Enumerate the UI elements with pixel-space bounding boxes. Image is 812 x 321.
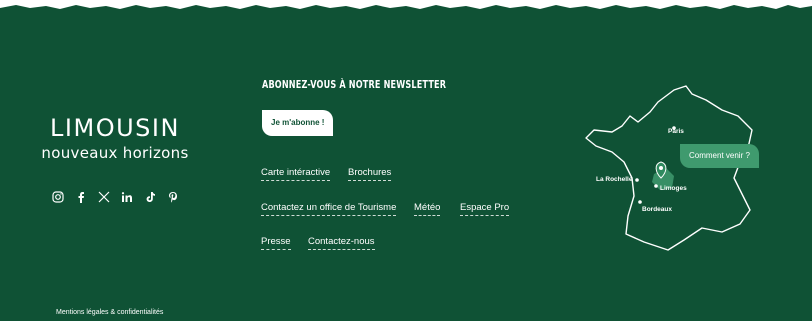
link-brochures[interactable]: Brochures — [348, 167, 392, 181]
linkedin-icon[interactable] — [121, 191, 133, 203]
city-label-limoges: Limoges — [660, 185, 687, 192]
legal-link[interactable]: Mentions légales & confidentialités — [56, 309, 163, 316]
limoges-marker — [654, 184, 658, 188]
brand-tagline: nouveaux horizons — [41, 144, 189, 162]
link-contact[interactable]: Contactez-nous — [308, 236, 375, 250]
la-rochelle-marker — [635, 178, 639, 182]
x-icon[interactable] — [98, 191, 110, 203]
torn-paper-edge — [0, 0, 812, 9]
subscribe-button[interactable]: Je m'abonne ! — [262, 110, 334, 136]
link-presse[interactable]: Presse — [261, 236, 291, 250]
link-espace-pro[interactable]: Espace Pro — [460, 202, 510, 216]
link-meteo[interactable]: Météo — [414, 202, 441, 216]
brand-name-text: LIMOUSIN — [50, 114, 180, 142]
instagram-icon[interactable] — [52, 191, 64, 203]
facebook-icon[interactable] — [75, 191, 87, 203]
link-carte-interactive[interactable]: Carte intéractive — [261, 167, 331, 181]
directions-button[interactable]: Comment venir ? — [680, 144, 759, 168]
city-label-paris: Paris — [668, 128, 684, 135]
link-office-tourisme[interactable]: Contactez un office de Tourisme — [261, 202, 397, 216]
newsletter-title: ABONNEZ-VOUS À NOTRE NEWSLETTER — [262, 78, 447, 91]
bordeaux-marker — [638, 200, 642, 204]
footer: LIMOUSIN nouveaux horizons ABONNEZ-VOUS … — [0, 0, 812, 321]
pinterest-icon[interactable] — [167, 191, 179, 203]
brand-name: LIMOUSIN — [30, 114, 200, 142]
brand-logo[interactable]: LIMOUSIN nouveaux horizons — [30, 114, 200, 162]
city-label-bordeaux: Bordeaux — [642, 206, 672, 213]
france-map[interactable] — [582, 82, 762, 254]
social-links — [52, 191, 179, 203]
tiktok-icon[interactable] — [144, 191, 156, 203]
city-label-la-rochelle: La Rochelle — [596, 176, 633, 183]
